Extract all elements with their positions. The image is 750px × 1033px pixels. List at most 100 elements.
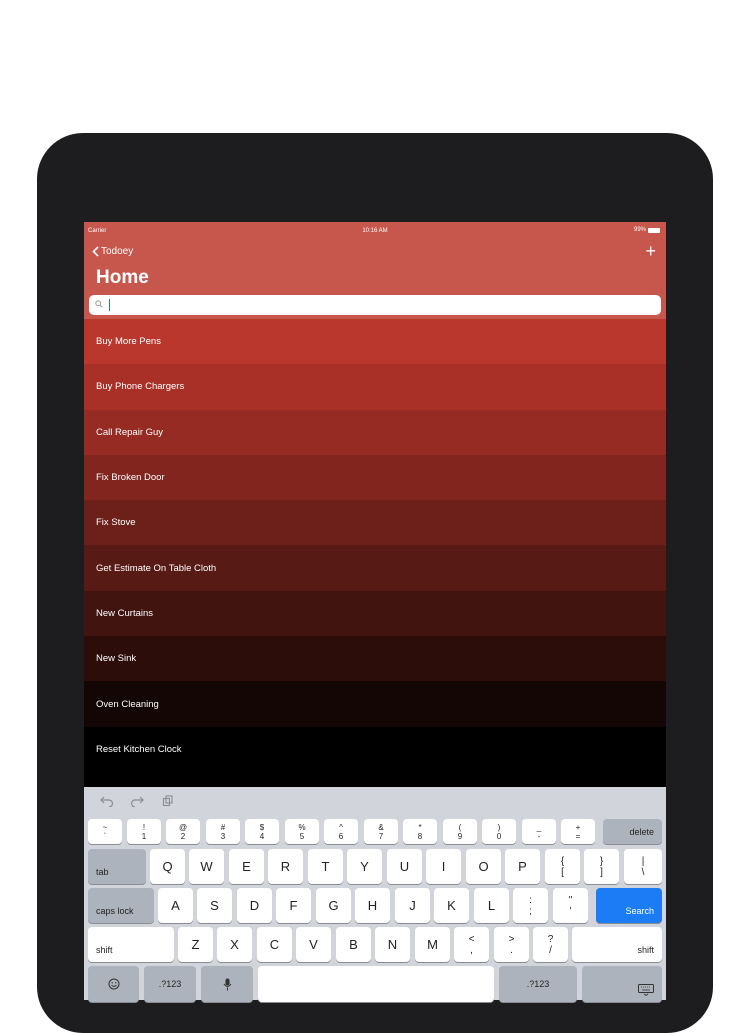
- key-equals[interactable]: + =: [561, 819, 595, 844]
- chevron-left-icon: [92, 246, 99, 257]
- add-button[interactable]: +: [645, 242, 656, 260]
- battery-indicator: 99%: [634, 227, 660, 233]
- key-x[interactable]: X: [217, 927, 252, 962]
- list-item-label: Fix Broken Door: [96, 472, 165, 484]
- list-item[interactable]: Fix Stove: [84, 500, 666, 546]
- list-item-label: Buy Phone Chargers: [96, 381, 185, 393]
- paste-icon[interactable]: [162, 795, 174, 807]
- page-title: Home: [96, 267, 149, 288]
- list-item[interactable]: New Curtains: [84, 590, 666, 637]
- list-item[interactable]: Oven Cleaning: [84, 681, 666, 727]
- list-item-label: Oven Cleaning: [96, 698, 159, 710]
- key-a[interactable]: A: [158, 888, 193, 923]
- list-item[interactable]: Fix Broken Door: [84, 454, 666, 501]
- key-quote[interactable]: " ': [553, 888, 588, 923]
- list-item[interactable]: Reset Kitchen Clock: [84, 726, 666, 772]
- todo-list: Buy More Pens Buy Phone Chargers Call Re…: [84, 319, 666, 772]
- key-l[interactable]: L: [474, 888, 509, 923]
- key-c[interactable]: C: [257, 927, 292, 962]
- key-slash[interactable]: ? /: [533, 927, 568, 962]
- list-item[interactable]: Buy More Pens: [84, 319, 666, 365]
- list-item[interactable]: Call Repair Guy: [84, 409, 666, 455]
- key-u[interactable]: U: [387, 849, 422, 884]
- list-item[interactable]: Buy Phone Chargers: [84, 364, 666, 410]
- key-n[interactable]: N: [375, 927, 410, 962]
- text-cursor: [109, 299, 110, 311]
- search-input[interactable]: [107, 297, 647, 313]
- list-item-label: New Curtains: [96, 607, 154, 619]
- key-3[interactable]: #3: [206, 819, 240, 844]
- key-j[interactable]: J: [395, 888, 430, 923]
- dictation-key[interactable]: [201, 966, 253, 1002]
- key-semicolon[interactable]: :;: [513, 888, 548, 923]
- back-button-label: Todoey: [101, 246, 134, 257]
- battery-icon: [648, 227, 660, 233]
- list-item-label: Get Estimate On Table Cloth: [96, 562, 217, 574]
- key-o[interactable]: O: [466, 849, 501, 884]
- key-comma[interactable]: <,: [454, 927, 489, 962]
- redo-icon[interactable]: [130, 795, 144, 807]
- space-bar[interactable]: [258, 966, 494, 1002]
- key-0[interactable]: ) 0: [482, 819, 516, 844]
- key-h[interactable]: H: [355, 888, 390, 923]
- key-y[interactable]: Y: [347, 849, 382, 884]
- key-z[interactable]: Z: [178, 927, 213, 962]
- numbers-key-right[interactable]: .?123: [499, 966, 577, 1002]
- key-bracket-left[interactable]: {[: [545, 849, 580, 884]
- key-5[interactable]: % 5: [285, 819, 319, 844]
- list-item-label: Call Repair Guy: [96, 426, 164, 438]
- key-k[interactable]: K: [434, 888, 469, 923]
- keyboard-dismiss-icon: [638, 984, 654, 996]
- search-bar[interactable]: [89, 295, 661, 315]
- status-time: 10:16 AM: [362, 228, 388, 234]
- list-item[interactable]: Get Estimate On Table Cloth: [84, 545, 666, 591]
- shift-key-right[interactable]: shift: [572, 927, 662, 962]
- software-keyboard: ~ ` ! 1 @2 #3 $4 % 5 ^ 6 & 7 * 8 (9 ) 0 _ - + = d…: [84, 787, 666, 1002]
- emoji-icon: [108, 978, 119, 990]
- list-item-label: Fix Stove: [96, 517, 136, 529]
- shift-key-left[interactable]: shift: [88, 927, 174, 962]
- delete-key[interactable]: delete: [603, 819, 662, 844]
- key-v[interactable]: V: [296, 927, 331, 962]
- key-minus[interactable]: _ -: [522, 819, 556, 844]
- search-key[interactable]: Search: [596, 888, 662, 923]
- key-6[interactable]: ^ 6: [324, 819, 358, 844]
- key-d[interactable]: D: [237, 888, 272, 923]
- undo-icon[interactable]: [100, 795, 114, 807]
- status-bar: Carrier 10:16 AM 99%: [84, 222, 666, 240]
- microphone-icon: [223, 978, 231, 990]
- numbers-key-left[interactable]: .?123: [144, 966, 196, 1002]
- back-button[interactable]: Todoey: [92, 246, 133, 257]
- list-item-label: New Sink: [96, 653, 137, 665]
- key-i[interactable]: I: [426, 849, 461, 884]
- list-item[interactable]: New Sink: [84, 636, 666, 682]
- key-s[interactable]: S: [197, 888, 232, 923]
- caps-lock-key[interactable]: caps lock: [88, 888, 154, 923]
- key-g[interactable]: G: [316, 888, 351, 923]
- key-period[interactable]: >.: [494, 927, 529, 962]
- key-b[interactable]: B: [336, 927, 371, 962]
- search-icon: [95, 300, 103, 308]
- key-9[interactable]: (9: [443, 819, 477, 844]
- key-2[interactable]: @2: [166, 819, 200, 844]
- key-backslash[interactable]: | \: [624, 849, 662, 884]
- key-grave[interactable]: ~ `: [88, 819, 122, 844]
- keyboard-shortcut-bar: [84, 787, 666, 817]
- key-p[interactable]: P: [505, 849, 540, 884]
- key-r[interactable]: R: [268, 849, 303, 884]
- key-w[interactable]: W: [189, 849, 224, 884]
- key-q[interactable]: Q: [150, 849, 185, 884]
- key-7[interactable]: & 7: [364, 819, 398, 844]
- list-item-label: Reset Kitchen Clock: [96, 743, 182, 755]
- key-bracket-right[interactable]: }]: [584, 849, 619, 884]
- key-e[interactable]: E: [229, 849, 264, 884]
- key-8[interactable]: * 8: [403, 819, 437, 844]
- key-1[interactable]: ! 1: [127, 819, 161, 844]
- key-f[interactable]: F: [276, 888, 311, 923]
- hide-keyboard-key[interactable]: [582, 966, 662, 1002]
- emoji-key[interactable]: [88, 966, 139, 1002]
- tab-key[interactable]: tab: [88, 849, 146, 884]
- key-m[interactable]: M: [415, 927, 450, 962]
- key-t[interactable]: T: [308, 849, 343, 884]
- key-4[interactable]: $4: [245, 819, 279, 844]
